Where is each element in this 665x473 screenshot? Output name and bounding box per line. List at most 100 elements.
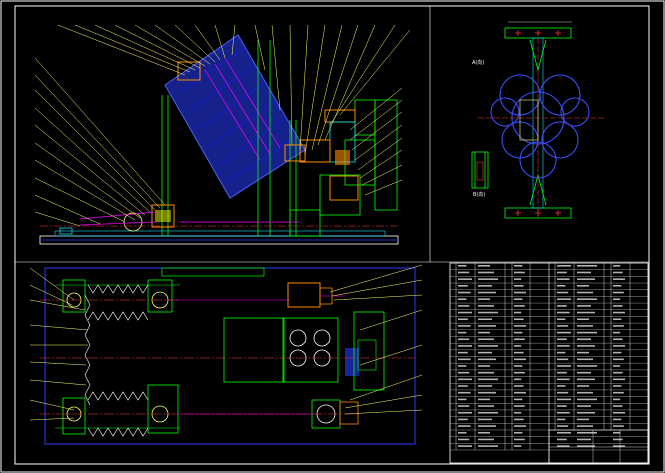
parts-table-entry — [557, 438, 567, 441]
parts-table-entry — [514, 305, 525, 307]
parts-table-entry — [458, 405, 470, 407]
parts-table-entry — [458, 378, 472, 381]
parts-table-entry — [577, 358, 593, 361]
parts-table-entry — [478, 438, 494, 441]
parts-table-entry — [577, 338, 591, 341]
parts-table-entry — [458, 411, 472, 414]
parts-table-entry — [514, 331, 523, 334]
parts-table-entry — [577, 391, 593, 394]
parts-table-entry — [577, 285, 589, 287]
tilted-conveyor — [164, 34, 306, 199]
parts-table-entry — [478, 405, 494, 407]
parts-table-entry — [478, 285, 492, 287]
parts-table-entry — [557, 378, 570, 381]
parts-table-entry — [613, 371, 623, 374]
parts-table-entry — [478, 331, 490, 334]
parts-table-entry — [613, 311, 625, 314]
parts-table-entry — [478, 278, 498, 280]
parts-table-entry — [557, 331, 571, 334]
side-view-b — [471, 151, 489, 189]
parts-table-entry — [458, 311, 472, 314]
parts-table-entry — [478, 378, 498, 381]
parts-table-entry — [514, 345, 522, 347]
parts-table-entry — [514, 371, 525, 374]
parts-table-entry — [514, 411, 522, 414]
parts-table-entry — [478, 431, 490, 434]
parts-table-entry — [613, 325, 624, 327]
parts-table-entry — [478, 271, 494, 274]
base-frame — [39, 235, 399, 245]
parts-table-entry — [557, 325, 569, 327]
parts-table-entry — [458, 418, 468, 421]
parts-table-entry — [458, 385, 468, 387]
parts-table-entry — [557, 411, 570, 414]
title-block — [449, 262, 649, 464]
parts-table-entry — [577, 271, 591, 274]
parts-table-entry — [458, 305, 470, 307]
parts-table-entry — [514, 358, 526, 361]
parts-table-entry — [514, 398, 523, 401]
parts-table-entry — [514, 418, 524, 421]
parts-table-entry — [577, 278, 595, 280]
detail-views: A(向) B(向) — [471, 21, 605, 219]
parts-table-entry — [458, 278, 472, 280]
parts-table-entry — [613, 338, 623, 341]
parts-table-entry — [478, 398, 490, 401]
parts-table-entry — [514, 438, 525, 441]
parts-table-entry — [557, 298, 571, 300]
parts-table-entry — [557, 391, 569, 394]
parts-table-entry — [458, 431, 467, 434]
plan-view — [29, 264, 423, 445]
parts-table-entry — [613, 445, 625, 447]
parts-table-entry — [557, 265, 571, 267]
view-b-label: B(向) — [473, 191, 485, 198]
parts-table-entry — [478, 318, 492, 321]
parts-table-entry — [613, 278, 625, 280]
parts-table-entry — [613, 431, 621, 434]
parts-table-entry — [458, 298, 467, 300]
parts-table-entry — [557, 398, 571, 401]
parts-table-entry — [458, 291, 471, 294]
parts-table-entry — [557, 365, 571, 367]
chain-teeth-bottom2 — [87, 391, 149, 401]
parts-table-entry — [478, 265, 490, 267]
parts-table-entry — [514, 325, 526, 327]
parts-table-entry — [557, 278, 570, 280]
parts-table-entry — [478, 325, 496, 327]
drawing-frame — [0, 0, 665, 473]
parts-table-entry — [577, 385, 589, 387]
parts-table-entry — [613, 271, 623, 274]
parts-table-entry — [478, 351, 492, 354]
chain-teeth-top — [87, 284, 149, 294]
parts-table-entry — [478, 345, 498, 347]
parts-table-entry — [577, 318, 589, 321]
gear-circles — [490, 74, 590, 179]
base-rail — [54, 230, 386, 237]
parts-table-entry — [613, 305, 623, 307]
parts-table-entry — [478, 365, 490, 367]
cad-drawing-canvas[interactable]: A(向) B(向) — [0, 0, 665, 473]
parts-table-entry — [577, 311, 595, 314]
parts-table-entry — [514, 291, 526, 294]
parts-table-entry — [557, 371, 567, 374]
parts-table-entry — [458, 285, 468, 287]
parts-table-entry — [577, 445, 595, 447]
parts-table-entry — [458, 351, 468, 354]
parts-table-entry — [458, 331, 467, 334]
parts-table-entry — [557, 318, 566, 321]
parts-table-entry — [514, 278, 522, 280]
parts-table-entry — [557, 425, 569, 427]
parts-table-entry — [458, 338, 470, 341]
parts-table-entry — [577, 438, 591, 441]
parts-table-entry — [613, 411, 625, 414]
parts-table-entry — [478, 445, 498, 447]
parts-table-entry — [478, 358, 496, 361]
parts-table-entry — [478, 291, 496, 294]
parts-table-entry — [458, 358, 471, 361]
parts-table-entry — [577, 431, 597, 434]
parts-table-entry — [514, 271, 525, 274]
parts-table-entry — [613, 425, 624, 427]
parts-table-entry — [458, 365, 467, 367]
chain-teeth-left — [84, 294, 91, 406]
parts-table-entry — [458, 438, 470, 441]
